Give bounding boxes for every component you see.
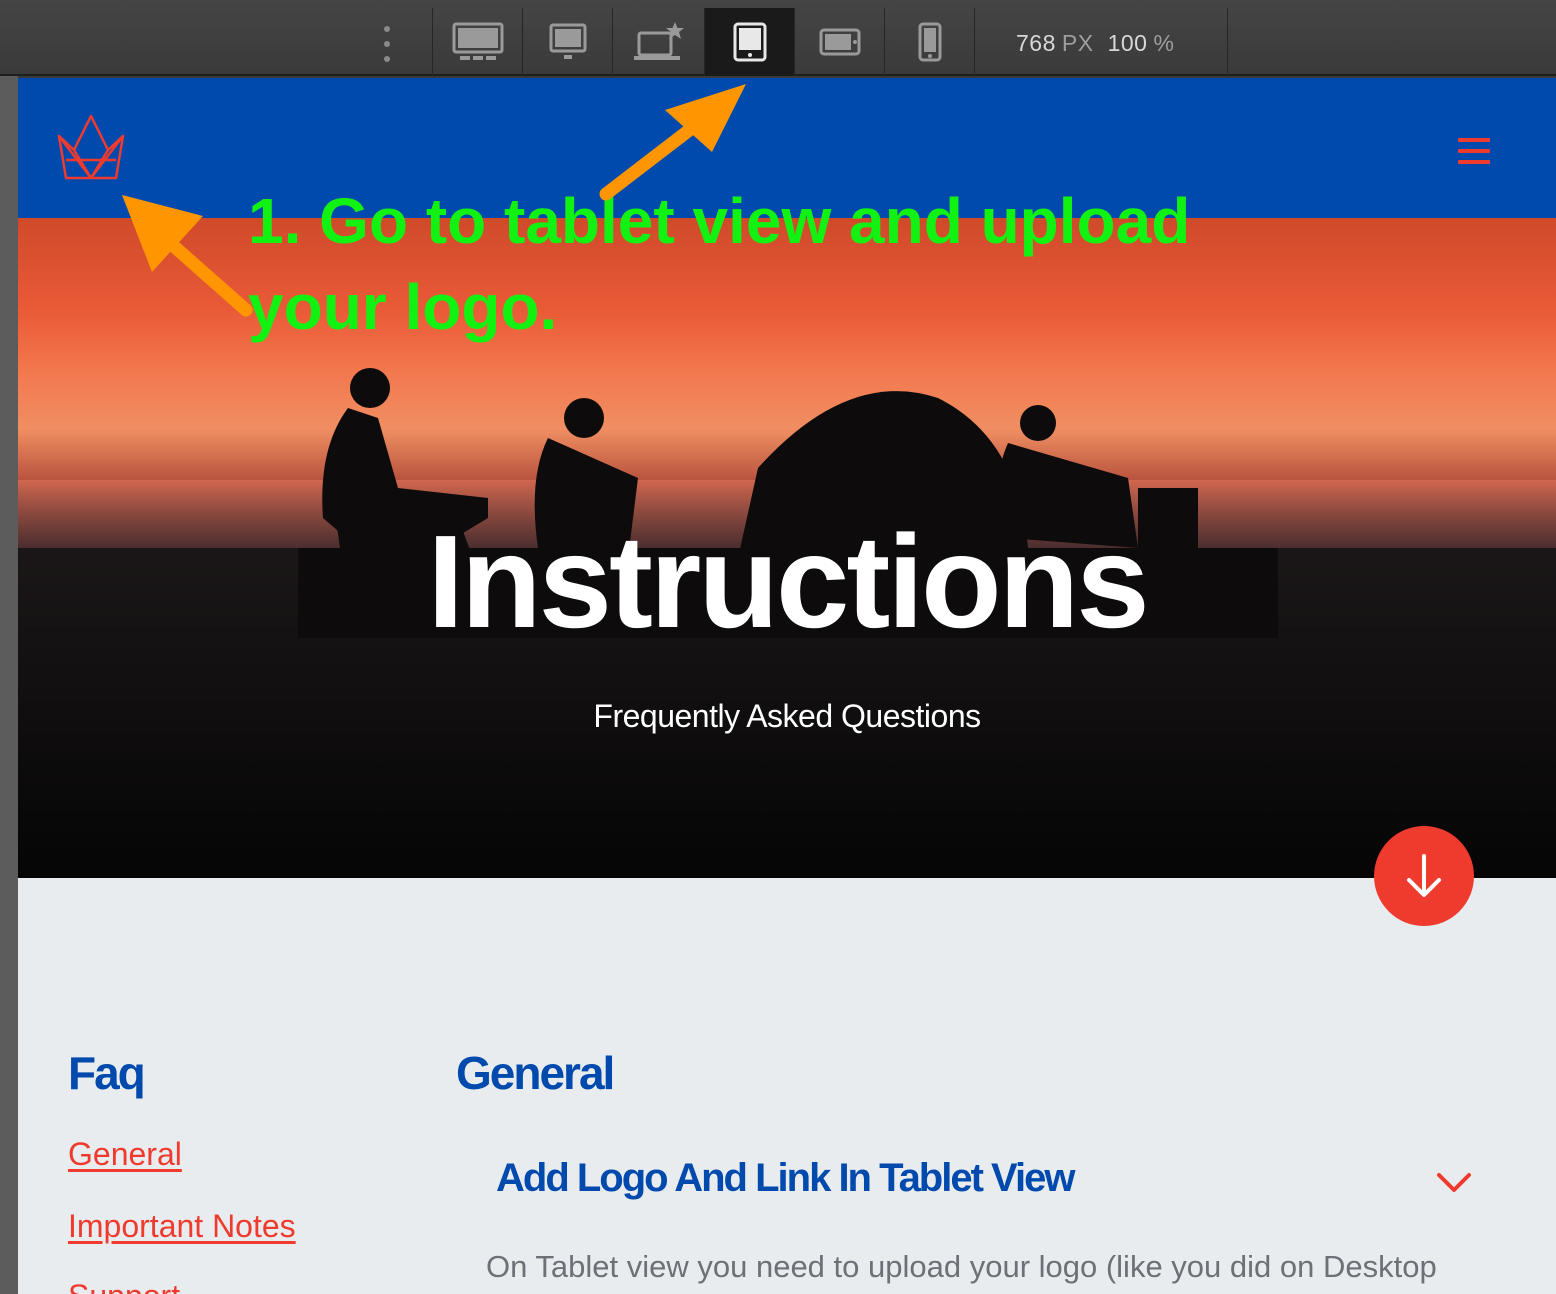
accordion-answer: On Tablet view you need to upload your l… (486, 1249, 1437, 1294)
laptop-star-icon (633, 22, 684, 60)
viewport-width-value: 768 (1016, 30, 1056, 56)
device-tablet-landscape-button[interactable] (794, 8, 884, 76)
mobile-icon (918, 22, 941, 62)
device-desktop-wide-button[interactable] (432, 8, 522, 76)
device-mobile-button[interactable] (884, 8, 974, 76)
chevron-down-icon[interactable] (1436, 1172, 1472, 1199)
crown-logo-icon[interactable] (56, 114, 126, 187)
desktop-icon (549, 23, 586, 59)
faq-link-support[interactable]: Support (68, 1278, 180, 1294)
zoom-value: 100 (1107, 30, 1148, 56)
hero-subtitle: Frequently Asked Questions (593, 698, 981, 734)
responsive-toolbar: 768 PX 100% (0, 0, 1556, 76)
device-desktop-button[interactable] (522, 8, 612, 76)
editor-gutter (0, 76, 18, 1294)
zoom-unit: % (1153, 30, 1175, 56)
faq-sidebar-heading: Faq (68, 1047, 146, 1099)
annotation-line-2: your logo. (248, 271, 558, 343)
hero-title: Instructions (427, 508, 1149, 655)
viewport-readout: 768 PX 100% (1016, 30, 1174, 57)
tablet-portrait-icon (733, 22, 766, 62)
device-laptop-primary-button[interactable] (612, 8, 704, 76)
tablet-landscape-icon (819, 28, 860, 56)
desktop-wide-icon (452, 22, 503, 60)
annotation-line-1: 1. Go to tablet view and upload (248, 185, 1191, 257)
faq-link-general[interactable]: General (68, 1136, 182, 1173)
accordion-question[interactable]: Add Logo And Link In Tablet View (496, 1156, 1075, 1201)
faq-link-important-notes[interactable]: Important Notes (68, 1208, 296, 1245)
section-heading-general: General (456, 1047, 615, 1099)
tutorial-annotation-text: 1. Go to tablet view and upload your log… (248, 178, 1348, 350)
device-tablet-portrait-button[interactable] (704, 8, 794, 76)
hamburger-menu-icon[interactable] (1458, 138, 1490, 164)
scroll-down-button[interactable] (1374, 826, 1474, 926)
arrow-down-icon (1407, 854, 1441, 897)
more-options-icon[interactable] (380, 26, 394, 62)
viewport-width-unit: PX (1061, 30, 1094, 56)
